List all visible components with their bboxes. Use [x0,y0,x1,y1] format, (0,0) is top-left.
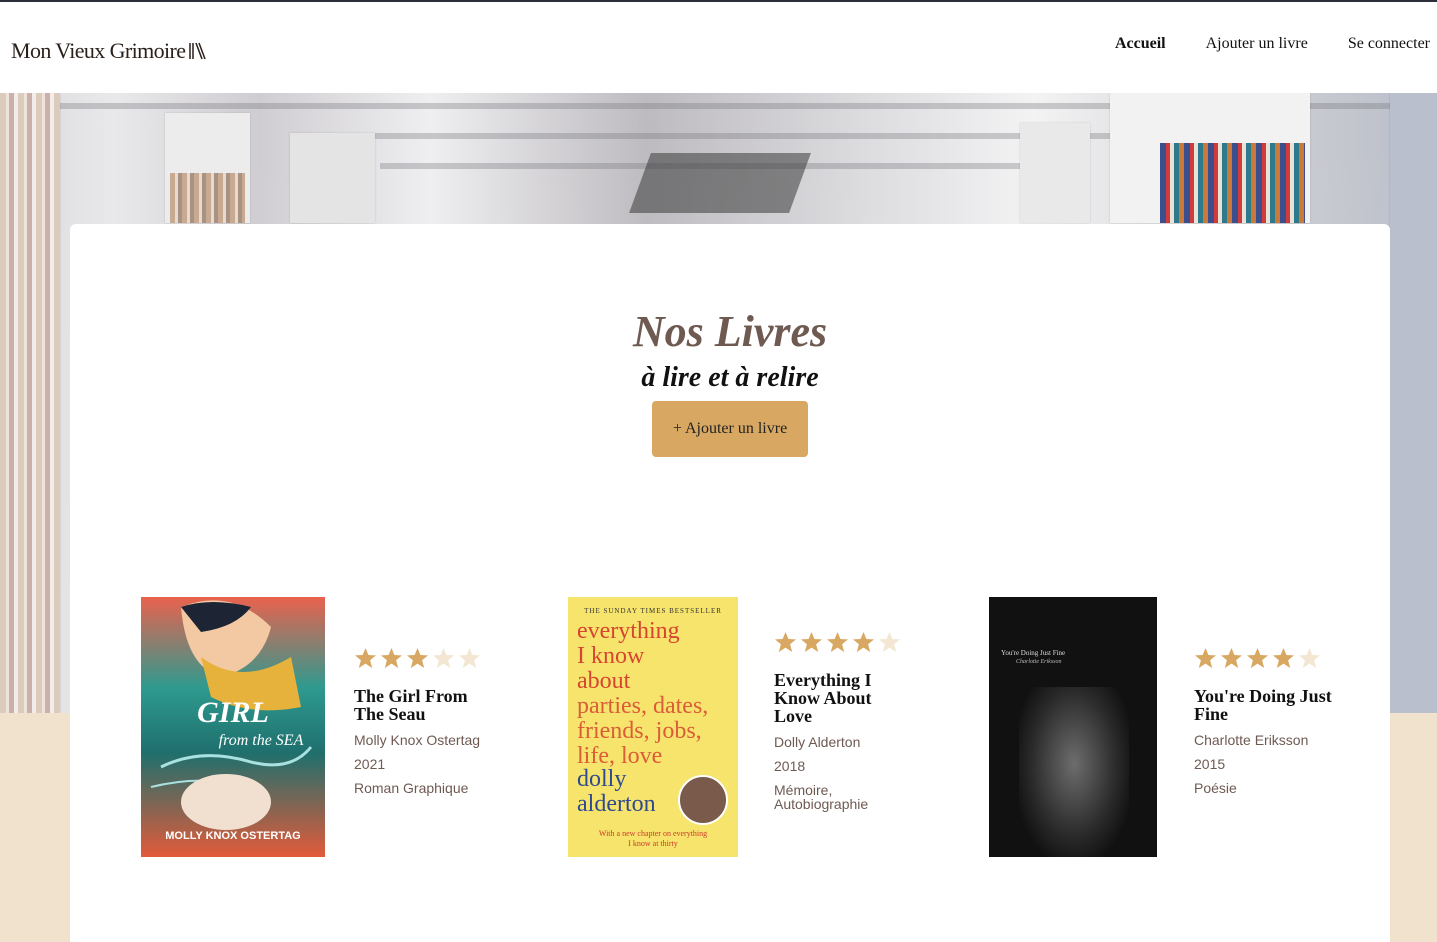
book-title[interactable]: Everything I Know About Love [774,671,914,725]
star-filled-icon [775,632,796,652]
book-cover[interactable]: GIRL from the SEA MOLLY KNOX OSTERTAG [141,597,325,857]
star-filled-icon [1247,648,1268,668]
book-year: 2021 [354,756,386,772]
book-info: You're Doing Just Fine Charlotte Eriksso… [1194,647,1334,795]
star-filled-icon [355,648,376,668]
book-year: 2015 [1194,756,1226,772]
star-empty-icon [459,648,480,668]
star-filled-icon [827,632,848,652]
star-filled-icon [1273,648,1294,668]
site-header: Mon Vieux Grimoire Accueil Ajouter un li… [0,2,1437,93]
svg-text:MOLLY KNOX OSTERTAG: MOLLY KNOX OSTERTAG [165,830,300,842]
main-nav: Accueil Ajouter un livre Se connecter [1115,35,1430,53]
rating-stars [774,631,914,653]
nav-ajouter-livre[interactable]: Ajouter un livre [1206,35,1308,53]
star-empty-icon [433,648,454,668]
star-empty-icon [879,632,900,652]
page-subtitle: à lire et à relire [641,362,819,393]
book-year: 2018 [774,758,806,774]
book-title[interactable]: You're Doing Just Fine [1194,687,1334,723]
book-author: Dolly Alderton [774,734,861,750]
nav-accueil[interactable]: Accueil [1115,35,1166,53]
book-info: Everything I Know About Love Dolly Alder… [774,631,914,811]
cover-title: You're Doing Just Fine [1001,649,1066,657]
star-filled-icon [381,648,402,668]
logo-text: Mon Vieux Grimoire [11,38,186,63]
cover-author: dolly alderton [577,766,656,817]
svg-text:GIRL: GIRL [197,696,269,729]
nav-se-connecter[interactable]: Se connecter [1348,35,1430,53]
cover-bottom-text: With a new chapter on everything I know … [598,829,708,848]
site-logo[interactable]: Mon Vieux Grimoire [11,38,207,64]
book-author: Charlotte Eriksson [1194,732,1309,748]
star-filled-icon [407,648,428,668]
star-filled-icon [1195,648,1216,668]
book-logo-icon [189,42,207,60]
cover-girl-from-the-sea: GIRL from the SEA MOLLY KNOX OSTERTAG [141,597,325,857]
book-cover[interactable]: THE SUNDAY TIMES BESTSELLER everything I… [568,597,738,857]
book-cover[interactable]: You're Doing Just Fine Charlotte Eriksso… [989,597,1157,857]
rating-stars [1194,647,1334,669]
add-book-button[interactable]: + Ajouter un livre [652,401,808,457]
book-author: Molly Knox Ostertag [354,732,481,748]
cover-top-text: THE SUNDAY TIMES BESTSELLER [584,607,722,615]
star-filled-icon [801,632,822,652]
book-title[interactable]: The Girl From The Seau [354,687,494,723]
rating-stars [354,647,494,669]
star-empty-icon [1299,648,1320,668]
star-filled-icon [853,632,874,652]
book-info: The Girl From The Seau Molly Knox Ostert… [354,647,494,795]
book-genre: Roman Graphique [354,780,469,796]
books-panel: Nos Livres à lire et à relire + Ajouter … [70,224,1390,942]
cover-title-lines: everything I know about parties, dates, … [577,618,709,769]
star-filled-icon [1221,648,1242,668]
cover-author: Charlotte Eriksson [1016,659,1062,665]
page-title: Nos Livres [632,307,828,356]
book-genre: Mémoire, Autobiographie [774,782,869,812]
book-genre: Poésie [1194,780,1237,796]
svg-text:from the SEA: from the SEA [219,732,304,749]
